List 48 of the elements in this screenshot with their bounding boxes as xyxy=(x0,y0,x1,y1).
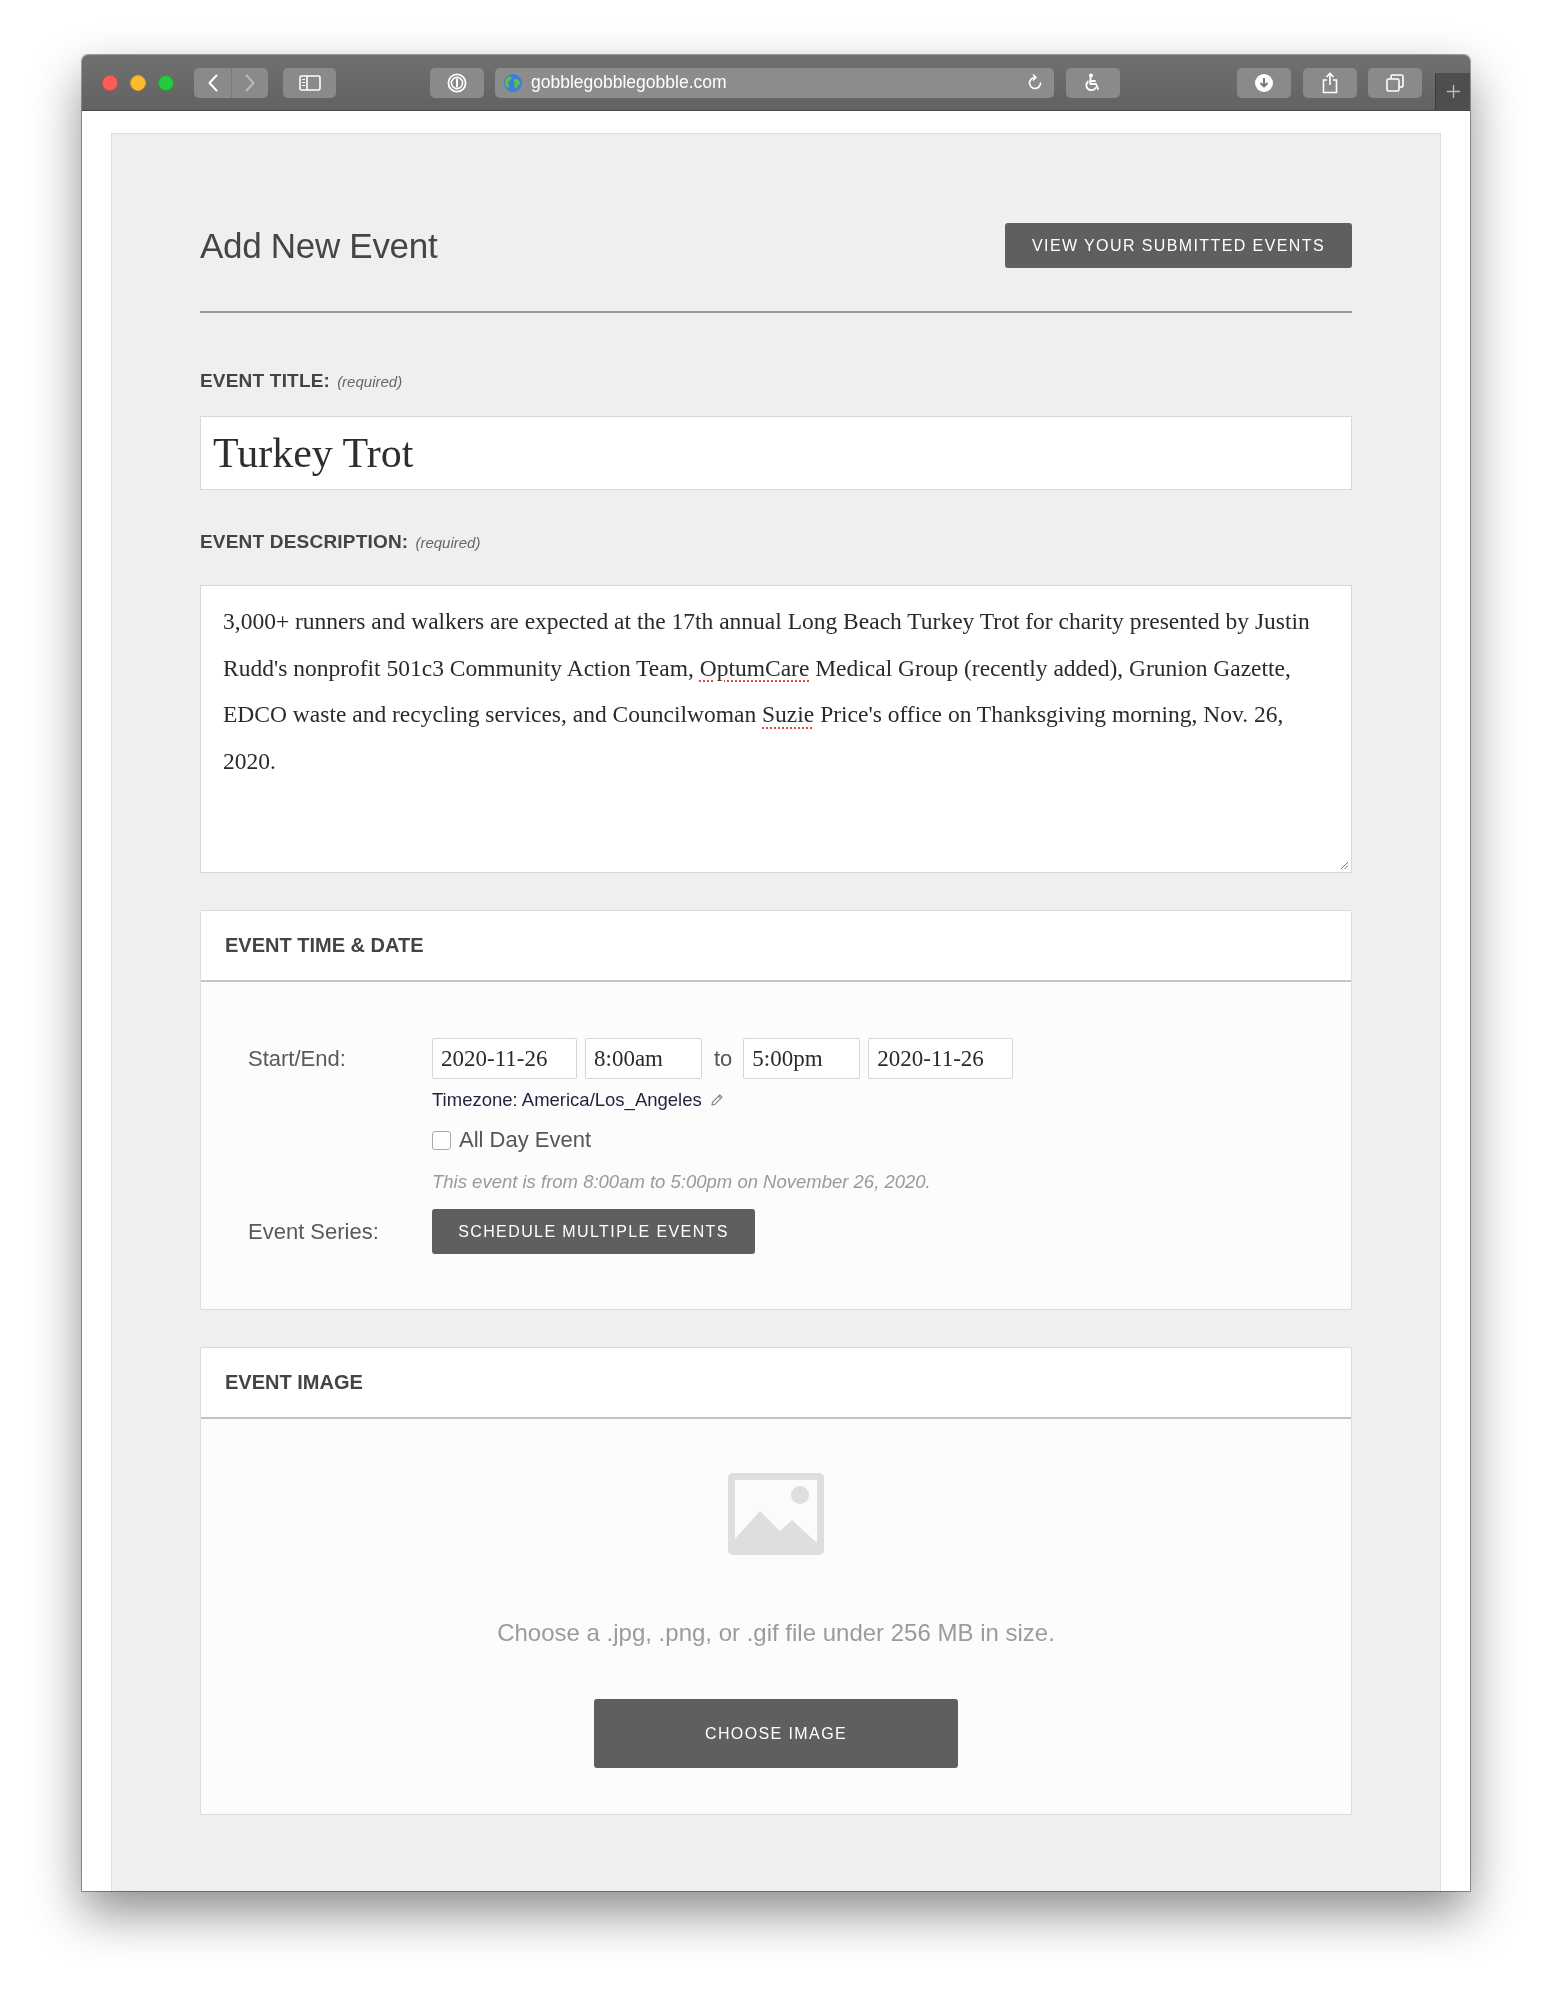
section-heading: EVENT IMAGE xyxy=(225,1371,363,1394)
minimize-window-icon[interactable] xyxy=(130,74,146,91)
back-button[interactable] xyxy=(194,67,231,98)
event-description-field[interactable]: 3,000+ runners and walkers are expected at the 17th annual Long Beach Turkey Trot for charity presented by Justin Rudd's nonprofit 501c3 Community Action Team, OptumCare Medical Group (recently added), Grunion Gazette, EDCO waste and recycling services, and Councilwoman Suzie Price's office on Thanksgiving morning, Nov. 26, 2020. xyxy=(200,585,1352,873)
event-title-field[interactable]: Turkey Trot xyxy=(200,416,1352,490)
password-button[interactable] xyxy=(430,67,484,98)
section-heading: EVENT TIME & DATE xyxy=(225,934,424,957)
chevron-left-icon xyxy=(207,73,218,92)
all-day-checkbox[interactable] xyxy=(432,1130,451,1150)
end-time-field[interactable]: 5:00pm xyxy=(743,1038,861,1079)
all-day-label: All Day Event xyxy=(459,1127,592,1153)
share-icon xyxy=(1321,71,1339,94)
accessibility-button[interactable] xyxy=(1066,67,1120,98)
view-submitted-events-button[interactable]: VIEW YOUR SUBMITTED EVENTS xyxy=(1005,223,1352,268)
sidebar-button[interactable] xyxy=(283,67,336,98)
schedule-multiple-events-button[interactable]: SCHEDULE MULTIPLE EVENTS xyxy=(432,1209,755,1254)
event-series-label: Event Series: xyxy=(248,1218,380,1246)
field-label: EVENT TITLE: xyxy=(200,370,331,392)
downloads-button[interactable] xyxy=(1237,67,1291,98)
start-end-label: Start/End: xyxy=(248,1045,347,1073)
chevron-right-icon xyxy=(245,73,255,92)
timezone-link[interactable]: Timezone: America/Los_Angeles xyxy=(432,1089,702,1111)
choose-image-button[interactable]: CHOOSE IMAGE xyxy=(594,1699,958,1768)
share-button[interactable] xyxy=(1303,67,1357,98)
ring-icon xyxy=(447,72,467,93)
required-hint: (required) xyxy=(337,373,403,390)
required-hint: (required) xyxy=(415,534,481,551)
event-summary-text: This event is from 8:00am to 5:00pm on November 26, 2020. xyxy=(432,1171,932,1193)
download-icon xyxy=(1254,72,1274,93)
url-text: gobblegobblegobble.com xyxy=(531,72,728,93)
zoom-window-icon[interactable] xyxy=(158,74,174,91)
sidebar-icon xyxy=(298,74,321,91)
tab-overview-button[interactable] xyxy=(1368,67,1422,98)
new-tab-button[interactable] xyxy=(1435,73,1470,110)
reload-icon[interactable] xyxy=(1026,73,1044,92)
range-separator: to xyxy=(714,1045,733,1072)
resize-handle-icon[interactable] xyxy=(1339,860,1349,870)
start-time-field[interactable]: 8:00am xyxy=(585,1038,702,1079)
end-date-field[interactable]: 2020-11-26 xyxy=(868,1038,1014,1079)
file-type-hint: Choose a .jpg, .png, or .gif file under 256 MB in size. xyxy=(497,1619,1055,1647)
start-date-field[interactable]: 2020-11-26 xyxy=(432,1038,577,1079)
overlapping-squares-icon xyxy=(1385,72,1405,93)
page-title: Add New Event xyxy=(200,225,438,266)
plus-icon xyxy=(1445,84,1461,99)
globe-icon xyxy=(503,72,523,93)
pencil-icon[interactable] xyxy=(709,1093,724,1107)
image-placeholder-icon xyxy=(728,1473,824,1555)
field-label: EVENT DESCRIPTION: xyxy=(200,531,409,553)
